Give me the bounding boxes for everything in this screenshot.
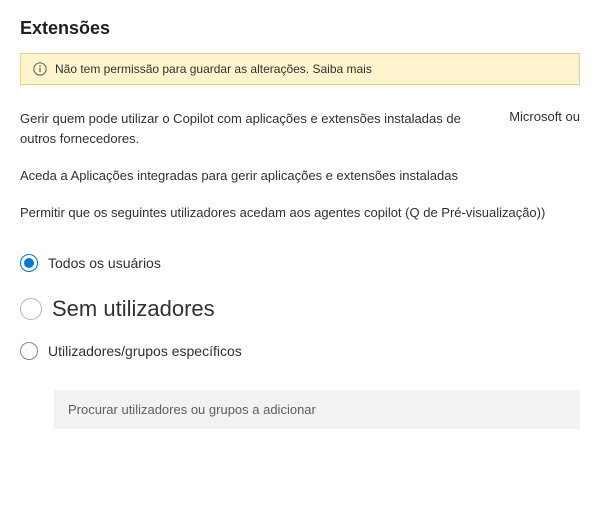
radio-specific-users[interactable]: Utilizadores/grupos específicos (20, 336, 580, 380)
search-users-input[interactable] (54, 390, 580, 429)
radio-label: Utilizadores/grupos específicos (48, 343, 242, 359)
warning-message: Não tem permissão para guardar as altera… (55, 62, 372, 76)
description-right: Microsoft ou (509, 109, 580, 124)
learn-more-link[interactable]: Saiba mais (312, 62, 371, 76)
radio-label: Todos os usuários (48, 255, 161, 271)
permission-warning-banner: Não tem permissão para guardar as altera… (20, 53, 580, 85)
integrated-apps-note: Aceda a Aplicações integradas para gerir… (20, 168, 580, 183)
radio-indicator (20, 254, 38, 272)
allow-users-label: Permitir que os seguintes utilizadores a… (20, 205, 580, 220)
warning-text: Não tem permissão para guardar as altera… (55, 62, 309, 76)
radio-label: Sem utilizadores (52, 296, 215, 322)
user-access-radio-group: Todos os usuários Sem utilizadores Utili… (20, 248, 580, 429)
description-main: Gerir quem pode utilizar o Copilot com a… (20, 109, 485, 148)
radio-indicator (20, 298, 42, 320)
page-title: Extensões (20, 18, 580, 39)
info-icon (33, 62, 47, 76)
radio-no-users[interactable]: Sem utilizadores (20, 292, 580, 336)
radio-indicator (20, 342, 38, 360)
radio-all-users[interactable]: Todos os usuários (20, 248, 580, 292)
description-row: Gerir quem pode utilizar o Copilot com a… (20, 109, 580, 148)
